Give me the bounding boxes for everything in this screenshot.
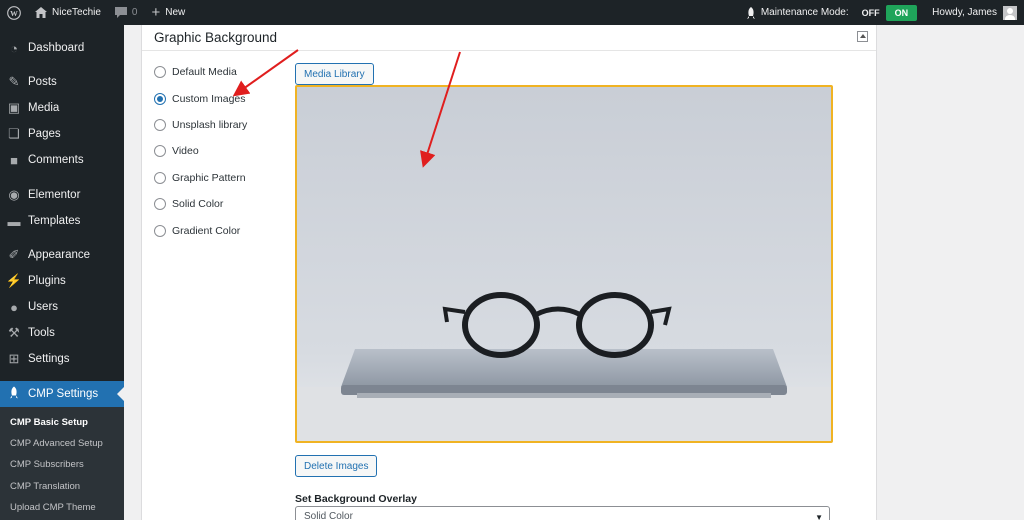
radio-label: Default Media <box>172 66 237 78</box>
sidebar-item-settings[interactable]: ⊞ Settings <box>0 346 124 372</box>
media-library-button[interactable]: Media Library <box>295 63 374 85</box>
comments-link[interactable]: 0 <box>108 0 145 25</box>
wordpress-logo-icon[interactable]: W <box>0 0 28 25</box>
site-name: NiceTechie <box>52 7 101 18</box>
media-icon: ▣ <box>7 100 21 115</box>
collapse-panel-button[interactable] <box>857 31 868 42</box>
submenu-item-subscribers[interactable]: CMP Subscribers <box>10 459 84 470</box>
delete-images-button[interactable]: Delete Images <box>295 455 378 477</box>
dashboard-icon: ◔ <box>10 40 18 56</box>
background-overlay-select[interactable]: Solid Color ▼ <box>295 506 830 520</box>
sidebar-item-pages[interactable]: ❏ Pages <box>0 121 124 147</box>
howdy-label: Howdy, James <box>932 7 997 18</box>
plug-icon: ⚡ <box>5 273 23 288</box>
select-value: Solid Color <box>304 511 353 520</box>
graphic-background-panel: Graphic Background Default Media Custom … <box>141 25 877 520</box>
background-overlay-label: Set Background Overlay <box>295 493 417 505</box>
radio-label: Video <box>172 145 199 157</box>
sidebar-item-label: Posts <box>28 76 57 88</box>
elementor-icon: ◉ <box>8 187 20 202</box>
sidebar-item-elementor[interactable]: ◉ Elementor <box>0 182 124 208</box>
sidebar-item-comments[interactable]: ■ Comments <box>0 147 124 173</box>
rocket-icon <box>0 386 28 402</box>
sidebar-item-label: Plugins <box>28 275 66 287</box>
sidebar-item-appearance[interactable]: ✐ Appearance <box>0 242 124 268</box>
site-name-link[interactable]: NiceTechie <box>28 0 108 25</box>
radio-button[interactable] <box>154 225 166 237</box>
sidebar-item-users[interactable]: ● Users <box>0 294 124 320</box>
user-icon: ● <box>10 299 18 315</box>
selected-background-image[interactable] <box>295 85 833 443</box>
radio-button[interactable] <box>154 119 166 131</box>
glasses-on-laptop-image <box>297 87 831 441</box>
maintenance-mode-status: Maintenance Mode: <box>739 0 856 25</box>
sidebar-item-label: Dashboard <box>28 42 85 54</box>
sidebar-item-tools[interactable]: ⚒ Tools <box>0 320 124 346</box>
cmp-submenu: CMP Basic Setup CMP Advanced Setup CMP S… <box>0 407 124 520</box>
sidebar-item-label: Comments <box>28 154 84 166</box>
svg-text:W: W <box>10 8 18 17</box>
radio-label: Solid Color <box>172 198 224 210</box>
radio-label: Gradient Color <box>172 225 241 237</box>
pin-icon: ✎ <box>8 74 20 89</box>
panel-title: Graphic Background <box>154 30 278 45</box>
settings-icon: ⊞ <box>8 351 20 366</box>
sidebar-item-label: Media <box>28 102 60 114</box>
radio-video[interactable]: Video <box>154 145 199 157</box>
rocket-icon <box>746 6 755 19</box>
submenu-item-translation[interactable]: CMP Translation <box>10 481 80 492</box>
radio-label: Graphic Pattern <box>172 172 246 184</box>
radio-label: Custom Images <box>172 93 246 105</box>
comments-count: 0 <box>131 7 138 18</box>
admin-bar: W NiceTechie 0 + New Maintenance Mode: O… <box>0 0 1024 25</box>
comment-icon <box>114 7 127 18</box>
home-icon <box>35 7 47 18</box>
wrench-icon: ⚒ <box>8 325 20 340</box>
radio-label: Unsplash library <box>172 119 248 131</box>
submenu-item-upload-theme[interactable]: Upload CMP Theme <box>10 502 96 513</box>
my-account-link[interactable]: Howdy, James <box>925 0 1024 25</box>
sidebar-item-media[interactable]: ▣ Media <box>0 95 124 121</box>
sidebar-item-posts[interactable]: ✎ Posts <box>0 69 124 95</box>
comment-icon: ■ <box>10 152 18 168</box>
sidebar-item-label: CMP Settings <box>28 388 99 400</box>
radio-default-media[interactable]: Default Media <box>154 66 237 78</box>
sidebar-item-label: Settings <box>28 353 70 365</box>
sidebar-item-cmp-settings[interactable]: CMP Settings <box>0 381 124 407</box>
radio-button[interactable] <box>154 145 166 157</box>
sidebar-item-label: Tools <box>28 327 55 339</box>
maintenance-on-toggle[interactable]: ON <box>885 4 918 21</box>
sidebar-item-label: Templates <box>28 215 81 227</box>
brush-icon: ✐ <box>8 247 20 262</box>
radio-graphic-pattern[interactable]: Graphic Pattern <box>154 172 246 184</box>
panel-divider <box>142 50 876 51</box>
radio-button-checked[interactable] <box>154 93 166 105</box>
radio-gradient-color[interactable]: Gradient Color <box>154 225 240 237</box>
submenu-item-basic-setup[interactable]: CMP Basic Setup <box>10 417 88 428</box>
page-icon: ❏ <box>8 126 20 141</box>
plus-icon: + <box>151 4 161 21</box>
radio-button[interactable] <box>154 66 166 78</box>
radio-unsplash-library[interactable]: Unsplash library <box>154 119 247 131</box>
admin-sidebar: ◔ Dashboard ✎ Posts ▣ Media ❏ Pages ■ Co… <box>0 25 124 520</box>
radio-button[interactable] <box>154 198 166 210</box>
folder-icon: ▬ <box>7 213 21 229</box>
new-content-link[interactable]: + New <box>144 0 192 25</box>
sidebar-item-label: Appearance <box>28 249 91 261</box>
sidebar-item-dashboard[interactable]: ◔ Dashboard <box>0 35 124 61</box>
chevron-down-icon: ▼ <box>815 513 823 520</box>
sidebar-item-label: Elementor <box>28 189 81 201</box>
avatar <box>1003 5 1017 20</box>
sidebar-item-plugins[interactable]: ⚡ Plugins <box>0 268 124 294</box>
sidebar-item-label: Users <box>28 301 59 313</box>
new-label: New <box>165 7 186 18</box>
radio-solid-color[interactable]: Solid Color <box>154 198 223 210</box>
radio-button[interactable] <box>154 172 166 184</box>
sidebar-item-templates[interactable]: ▬ Templates <box>0 208 124 234</box>
maintenance-label: Maintenance Mode: <box>760 7 849 18</box>
sidebar-item-label: Pages <box>28 128 61 140</box>
maintenance-off-toggle[interactable]: OFF <box>856 8 886 18</box>
submenu-item-advanced-setup[interactable]: CMP Advanced Setup <box>10 438 103 449</box>
radio-custom-images[interactable]: Custom Images <box>154 93 246 105</box>
